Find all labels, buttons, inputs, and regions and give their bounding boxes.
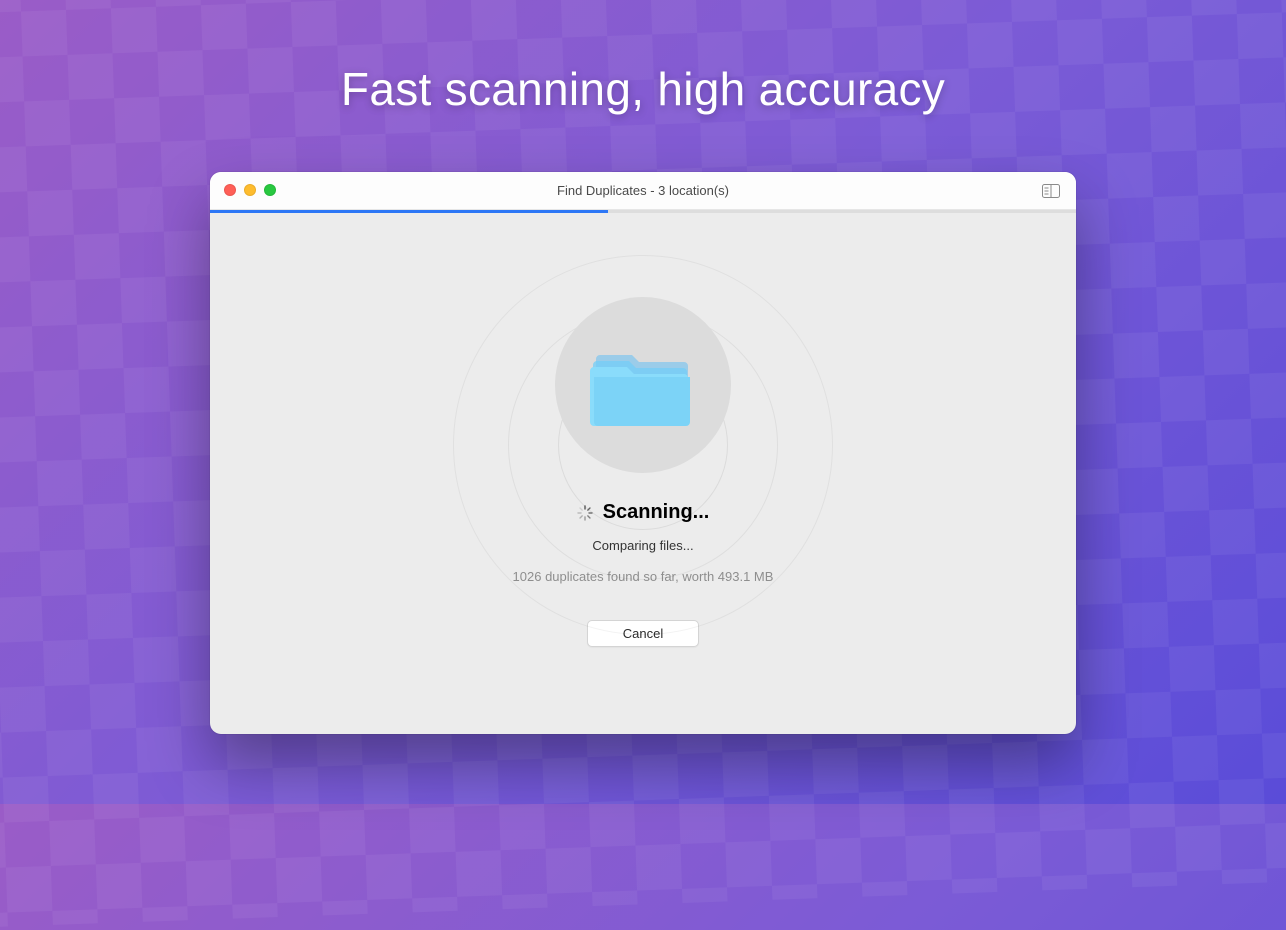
- traffic-lights: [224, 184, 276, 196]
- view-mode-icon[interactable]: [1042, 184, 1060, 198]
- zoom-icon[interactable]: [264, 184, 276, 196]
- window-title: Find Duplicates - 3 location(s): [557, 183, 729, 198]
- folder-stack-icon: [588, 333, 698, 438]
- status-title: Scanning...: [603, 501, 710, 524]
- status-subtitle: Comparing files...: [592, 538, 693, 553]
- status-row: Scanning...: [577, 501, 710, 524]
- app-window: Find Duplicates - 3 location(s): [210, 172, 1076, 734]
- marketing-headline: Fast scanning, high accuracy: [0, 62, 1286, 116]
- cancel-button[interactable]: Cancel: [587, 620, 699, 647]
- close-icon[interactable]: [224, 184, 236, 196]
- spinner-icon: [577, 505, 593, 521]
- scan-illustration: [555, 297, 731, 473]
- titlebar: Find Duplicates - 3 location(s): [210, 172, 1076, 210]
- minimize-icon[interactable]: [244, 184, 256, 196]
- window-content: Scanning... Comparing files... 1026 dupl…: [210, 213, 1076, 734]
- status-detail: 1026 duplicates found so far, worth 493.…: [513, 569, 774, 584]
